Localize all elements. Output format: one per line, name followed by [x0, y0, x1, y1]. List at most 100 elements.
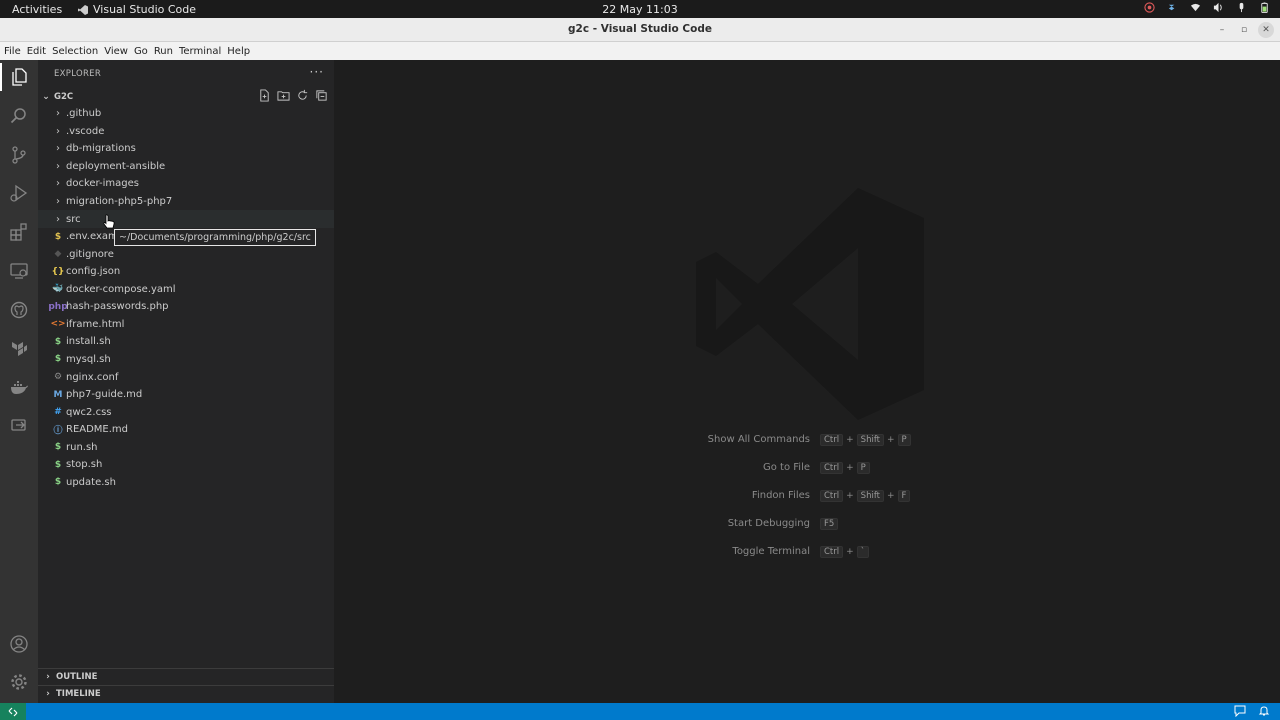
docker-icon[interactable] [0, 373, 38, 401]
tree-item-label: README.md [66, 424, 129, 436]
new-file-icon[interactable] [258, 89, 271, 102]
explorer-more-actions[interactable]: ··· [310, 65, 324, 79]
tree-item-label: iframe.html [66, 318, 125, 330]
notifications-bell-icon[interactable] [1258, 705, 1270, 717]
window-title-bar[interactable]: g2c - Visual Studio Code – ▫ ✕ [0, 18, 1280, 42]
status-bar [0, 703, 1280, 720]
menu-terminal[interactable]: Terminal [179, 46, 221, 57]
file-type-icon: M [53, 389, 63, 400]
key: Ctrl [820, 434, 844, 446]
terraform-icon[interactable] [0, 335, 38, 363]
battery-icon[interactable] [1259, 2, 1270, 13]
tree-file-run-sh[interactable]: $ run.sh [38, 438, 334, 456]
shortcut-keys: Ctrl + Shift + P [820, 434, 911, 446]
feedback-icon[interactable] [1234, 705, 1246, 717]
tree-file-gitignore[interactable]: ◆ .gitignore [38, 245, 334, 263]
clock[interactable]: 22 May 11:03 [0, 3, 1280, 16]
tree-item-label: update.sh [66, 476, 116, 488]
microphone-icon[interactable] [1236, 2, 1247, 13]
source-control-icon[interactable] [0, 141, 38, 169]
outline-section-header[interactable]: › OUTLINE [38, 668, 334, 685]
tree-folder-vscode[interactable]: › .vscode [38, 123, 334, 141]
status-bar-right [1234, 705, 1270, 717]
wifi-icon[interactable] [1190, 2, 1201, 13]
tree-file-update-sh[interactable]: $ update.sh [38, 474, 334, 492]
tree-file-install-sh[interactable]: $ install.sh [38, 333, 334, 351]
menu-edit[interactable]: Edit [27, 46, 46, 57]
new-folder-icon[interactable] [277, 89, 290, 102]
maximize-button[interactable]: ▫ [1236, 22, 1252, 38]
remote-indicator[interactable] [0, 703, 26, 720]
chevron-right-icon: › [46, 689, 50, 699]
menu-selection[interactable]: Selection [52, 46, 98, 57]
menu-file[interactable]: File [4, 46, 21, 57]
chevron-right-icon: › [46, 672, 50, 682]
activity-bar [0, 60, 38, 703]
tree-folder-github[interactable]: › .github [38, 105, 334, 123]
dropbox-icon[interactable] [1167, 2, 1178, 13]
chrome-icon[interactable] [1144, 2, 1155, 13]
live-share-icon[interactable] [0, 412, 38, 440]
editor-area[interactable]: Show All Commands Ctrl + Shift + P Go to F… [334, 60, 1280, 703]
tree-item-label: src [66, 213, 81, 225]
tree-item-label: db-migrations [66, 143, 136, 155]
run-debug-icon[interactable] [0, 179, 38, 207]
chevron-right-icon: › [56, 143, 60, 155]
minimize-button[interactable]: – [1214, 22, 1230, 38]
chevron-right-icon: › [56, 125, 60, 137]
tree-file-iframe-html[interactable]: <> iframe.html [38, 316, 334, 334]
search-icon[interactable] [0, 102, 38, 130]
menu-run[interactable]: Run [154, 46, 173, 57]
remote-explorer-icon[interactable] [0, 257, 38, 285]
tree-file-hash-passwords-php[interactable]: php hash-passwords.php [38, 298, 334, 316]
system-tray[interactable] [1144, 2, 1270, 13]
tree-file-stop-sh[interactable]: $ stop.sh [38, 456, 334, 474]
tree-file-php7-guide-md[interactable]: Mphp7-guide.md [38, 386, 334, 404]
tree-item-label: migration-php5-php7 [66, 196, 173, 207]
tree-item-label: hash-passwords.php [66, 301, 169, 313]
chevron-right-icon: › [56, 160, 60, 172]
manage-gear-icon[interactable] [0, 668, 38, 696]
file-type-icon: 🐳 [52, 284, 64, 295]
tree-file-docker-compose-yaml[interactable]: 🐳 docker-compose.yaml [38, 281, 334, 299]
close-button[interactable]: ✕ [1258, 22, 1274, 38]
tree-folder-db-migrations[interactable]: › db-migrations [38, 140, 334, 158]
accounts-icon[interactable] [0, 630, 38, 658]
file-type-icon: ⚙ [53, 372, 63, 382]
tree-folder-docker-images[interactable]: › docker-images [38, 175, 334, 193]
workspace-folder-header[interactable]: ⌄ G2C [38, 88, 334, 105]
timeline-section-header[interactable]: › TIMELINE [38, 685, 334, 702]
file-type-icon: $ [54, 354, 62, 365]
shortcut-label: Toggle Terminal [732, 546, 810, 557]
explorer-icon[interactable] [0, 63, 38, 91]
mouse-cursor-icon [103, 214, 115, 229]
tree-file-nginx-conf[interactable]: ⚙ nginx.conf [38, 368, 334, 386]
collapse-all-icon[interactable] [315, 89, 328, 102]
tree-file-readme-md[interactable]: ⓘ README.md [38, 421, 334, 439]
menu-view[interactable]: View [104, 46, 128, 57]
extensions-icon[interactable] [0, 218, 38, 246]
tree-file-mysql-sh[interactable]: $ mysql.sh [38, 351, 334, 369]
menu-bar: File Edit Selection View Go Run Terminal… [0, 42, 1280, 60]
chevron-down-icon: ⌄ [42, 91, 50, 102]
tree-folder-deployment-ansible[interactable]: › deployment-ansible [38, 158, 334, 176]
key: F [897, 490, 911, 502]
github-icon[interactable] [0, 296, 38, 324]
menu-go[interactable]: Go [134, 46, 148, 57]
chevron-right-icon: › [56, 213, 60, 225]
chevron-right-icon: › [56, 178, 60, 190]
menu-help[interactable]: Help [227, 46, 250, 57]
file-type-icon: # [54, 407, 62, 418]
gnome-top-bar: Activities Visual Studio Code 22 May 11:… [0, 0, 1280, 18]
tree-file-config-json[interactable]: {} config.json [38, 263, 334, 281]
tree-item-label: deployment-ansible [66, 160, 166, 172]
tree-file-qwc2-css[interactable]: # qwc2.css [38, 403, 334, 421]
tree-folder-migration-php5-php7[interactable]: › migration-php5-php7 [38, 193, 334, 211]
explorer-title: EXPLORER [54, 69, 102, 79]
shortcut-keys: Ctrl + ` [820, 546, 869, 558]
volume-icon[interactable] [1213, 2, 1224, 13]
shortcut-find-in-files: Findon Files Ctrl + Shift + F [334, 490, 1280, 504]
refresh-icon[interactable] [296, 89, 309, 102]
tree-folder-src[interactable]: › src [38, 210, 334, 228]
tree-item-label: .gitignore [66, 248, 114, 260]
